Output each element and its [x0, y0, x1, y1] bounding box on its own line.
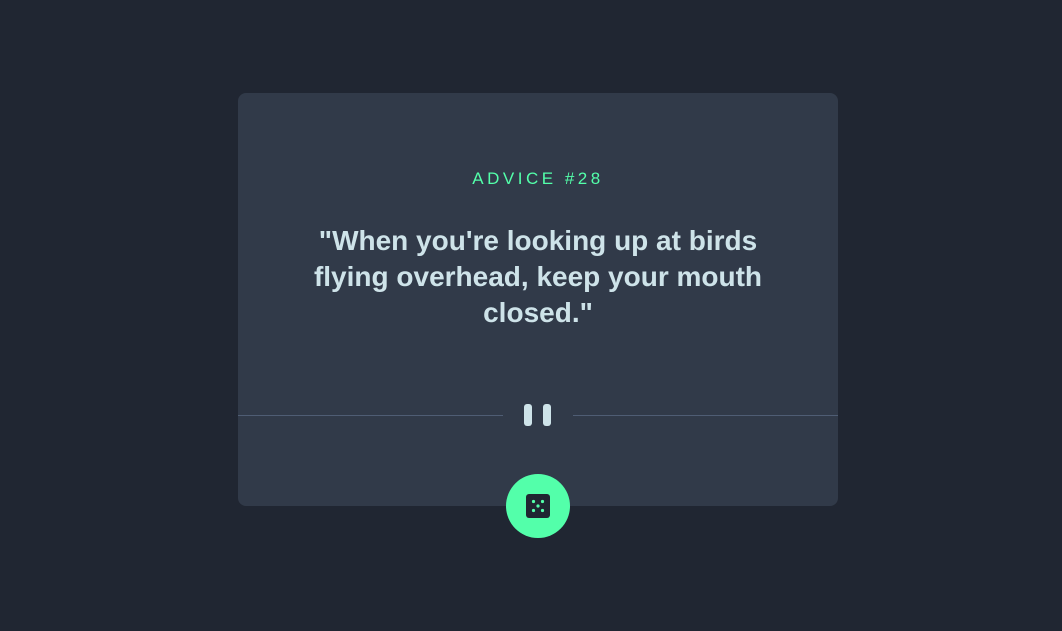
advice-number: ADVICE #28	[472, 169, 604, 188]
dice-icon	[526, 494, 550, 518]
advice-quote: "When you're looking up at birds flying …	[313, 225, 763, 328]
generate-advice-button[interactable]	[506, 474, 570, 538]
pause-icon	[524, 404, 532, 426]
advice-card: ADVICE #28 "When you're looking up at bi…	[238, 93, 838, 506]
divider-line-right	[573, 415, 838, 416]
divider-line-left	[238, 415, 503, 416]
pause-icon	[543, 404, 551, 426]
pattern-divider	[238, 404, 838, 426]
